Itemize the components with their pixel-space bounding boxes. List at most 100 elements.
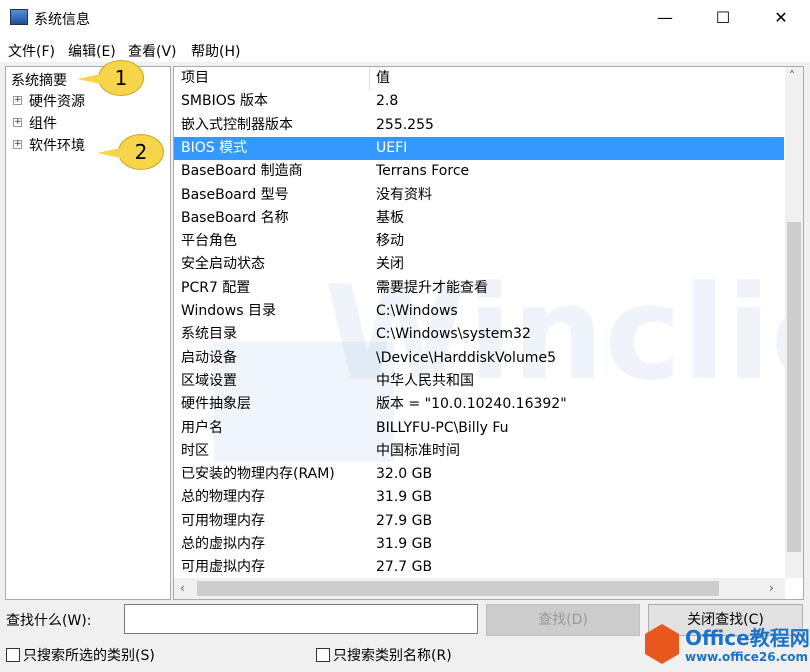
menu-file[interactable]: 文件(F) <box>8 41 55 61</box>
table-row[interactable]: BIOS 模式 UEFI <box>174 136 784 161</box>
value-cell: 27.9 GB <box>376 512 433 529</box>
logo-url: www.office26.com <box>685 650 809 664</box>
find-label: 查找什么(W): <box>6 613 92 629</box>
item-cell: 用户名 <box>181 419 223 436</box>
table-row[interactable]: 已安装的物理内存(RAM) 32.0 GB <box>174 463 784 486</box>
item-cell: 可用物理内存 <box>181 512 265 529</box>
item-cell: 安全启动状态 <box>181 256 265 273</box>
close-button[interactable]: ✕ <box>752 0 810 36</box>
table-row[interactable]: Windows 目录 C:\Windows <box>174 300 784 323</box>
value-cell: C:\Windows <box>376 303 458 319</box>
table-row[interactable]: 安全启动状态 关闭 <box>174 253 784 276</box>
table-row[interactable]: 总的虚拟内存 31.9 GB <box>174 533 784 556</box>
office-logo-icon <box>645 624 679 664</box>
horizontal-scroll-thumb[interactable] <box>197 581 719 596</box>
table-row[interactable]: 可用物理内存 27.9 GB <box>174 510 784 533</box>
value-cell: Terrans Force <box>376 163 470 180</box>
list-header: 项目 值 <box>174 67 784 91</box>
item-cell: 总的虚拟内存 <box>181 536 265 552</box>
checkbox-label: 只搜索类别名称(R) <box>333 648 452 664</box>
table-row[interactable]: PCR7 配置 需要提升才能查看 <box>174 277 784 300</box>
item-cell: 嵌入式控制器版本 <box>181 116 293 133</box>
callout-1: 1 <box>77 60 144 96</box>
item-cell: BIOS 模式 <box>181 139 248 156</box>
value-cell: 32.0 GB <box>376 466 433 483</box>
find-button[interactable]: 查找(D) <box>486 604 640 636</box>
search-selected-category-checkbox[interactable]: 只搜索所选的类别(S) <box>6 645 155 665</box>
checkbox-icon[interactable] <box>6 648 20 662</box>
horizontal-scrollbar[interactable]: ‹ › <box>174 578 785 599</box>
table-row[interactable]: BaseBoard 型号 没有资料 <box>174 184 784 207</box>
search-category-names-checkbox[interactable]: 只搜索类别名称(R) <box>316 645 452 665</box>
window-title: 系统信息 <box>34 12 90 28</box>
table-row[interactable]: BaseBoard 制造商 Terrans Force <box>174 160 784 183</box>
table-row[interactable]: BaseBoard 名称 基板 <box>174 207 784 230</box>
tree-item-software-environment[interactable]: 软件环境 <box>29 135 85 155</box>
menu-view[interactable]: 查看(V) <box>128 41 177 61</box>
item-cell: 硬件抽象层 <box>181 396 251 413</box>
value-cell: 2.8 <box>376 93 399 110</box>
table-row[interactable]: 时区 中国标准时间 <box>174 440 784 463</box>
table-row[interactable]: 区域设置 中华人民共和国 <box>174 370 784 393</box>
scroll-up-icon[interactable]: ˄ <box>789 69 795 83</box>
table-row[interactable]: 系统目录 C:\Windows\system32 <box>174 323 784 346</box>
value-cell: 关闭 <box>376 256 404 273</box>
value-cell: 255.255 <box>376 116 434 133</box>
system-info-icon <box>10 9 28 25</box>
item-cell: BaseBoard 型号 <box>181 186 289 203</box>
value-cell: 基板 <box>376 209 404 226</box>
value-cell: 中华人民共和国 <box>376 372 474 389</box>
table-row[interactable]: 平台角色 移动 <box>174 230 784 253</box>
item-cell: PCR7 配置 <box>181 279 251 296</box>
tree-item-hardware-resources[interactable]: 硬件资源 <box>29 91 85 111</box>
item-cell: 总的物理内存 <box>181 489 265 506</box>
expand-icon[interactable]: + <box>13 96 22 105</box>
item-cell: 可用虚拟内存 <box>181 559 265 576</box>
item-cell: 时区 <box>181 442 209 459</box>
scroll-left-icon[interactable]: ‹ <box>180 581 185 595</box>
menu-edit[interactable]: 编辑(E) <box>68 41 116 61</box>
item-cell: 已安装的物理内存(RAM) <box>181 466 335 483</box>
table-row[interactable]: 硬件抽象层 版本 = "10.0.10240.16392" <box>174 393 784 416</box>
scroll-right-icon[interactable]: › <box>769 581 774 595</box>
callout-2: 2 <box>97 134 164 170</box>
table-row[interactable]: SMBIOS 版本 2.8 <box>174 90 784 113</box>
table-row[interactable]: 可用虚拟内存 27.7 GB <box>174 556 784 579</box>
expand-icon[interactable]: + <box>13 118 22 127</box>
vertical-scroll-thumb[interactable] <box>787 222 801 552</box>
minimize-button[interactable]: — <box>636 0 694 36</box>
expand-icon[interactable]: + <box>13 140 22 149</box>
value-cell: 需要提升才能查看 <box>376 279 488 296</box>
item-cell: BaseBoard 名称 <box>181 209 289 226</box>
find-input[interactable] <box>124 604 478 634</box>
table-row[interactable]: 嵌入式控制器版本 255.255 <box>174 114 784 137</box>
tree-item-system-summary[interactable]: 系统摘要 <box>11 70 67 90</box>
maximize-button[interactable]: ☐ <box>694 0 752 36</box>
value-cell: \Device\HarddiskVolume5 <box>376 349 556 366</box>
logo-text: Office教程网 <box>685 626 810 650</box>
value-cell: C:\Windows\system32 <box>376 326 531 343</box>
table-row[interactable]: 用户名 BILLYFU-PC\Billy Fu <box>174 417 784 440</box>
item-cell: 系统目录 <box>181 326 237 343</box>
column-header-item[interactable]: 项目 <box>181 67 209 90</box>
value-cell: UEFI <box>376 139 408 156</box>
tree-item-components[interactable]: 组件 <box>29 113 57 133</box>
item-cell: BaseBoard 制造商 <box>181 163 303 180</box>
value-cell: 27.7 GB <box>376 559 433 576</box>
column-header-value[interactable]: 值 <box>376 67 390 90</box>
value-cell: 中国标准时间 <box>376 442 460 459</box>
value-cell: 版本 = "10.0.10240.16392" <box>376 396 567 413</box>
office26-logo: Office教程网 www.office26.com <box>645 620 810 672</box>
item-cell: 平台角色 <box>181 233 237 250</box>
item-cell: 区域设置 <box>181 372 237 389</box>
checkbox-icon[interactable] <box>316 648 330 662</box>
table-row[interactable]: 启动设备 \Device\HarddiskVolume5 <box>174 347 784 370</box>
table-row[interactable]: 总的物理内存 31.9 GB <box>174 486 784 509</box>
vertical-scrollbar[interactable]: ˄ <box>785 67 803 578</box>
value-cell: 移动 <box>376 233 404 250</box>
item-cell: Windows 目录 <box>181 303 276 319</box>
menu-bar: 文件(F) 编辑(E) 查看(V) 帮助(H) <box>0 36 810 62</box>
checkbox-label: 只搜索所选的类别(S) <box>23 648 155 664</box>
value-cell: 没有资料 <box>376 186 432 203</box>
menu-help[interactable]: 帮助(H) <box>191 41 240 61</box>
